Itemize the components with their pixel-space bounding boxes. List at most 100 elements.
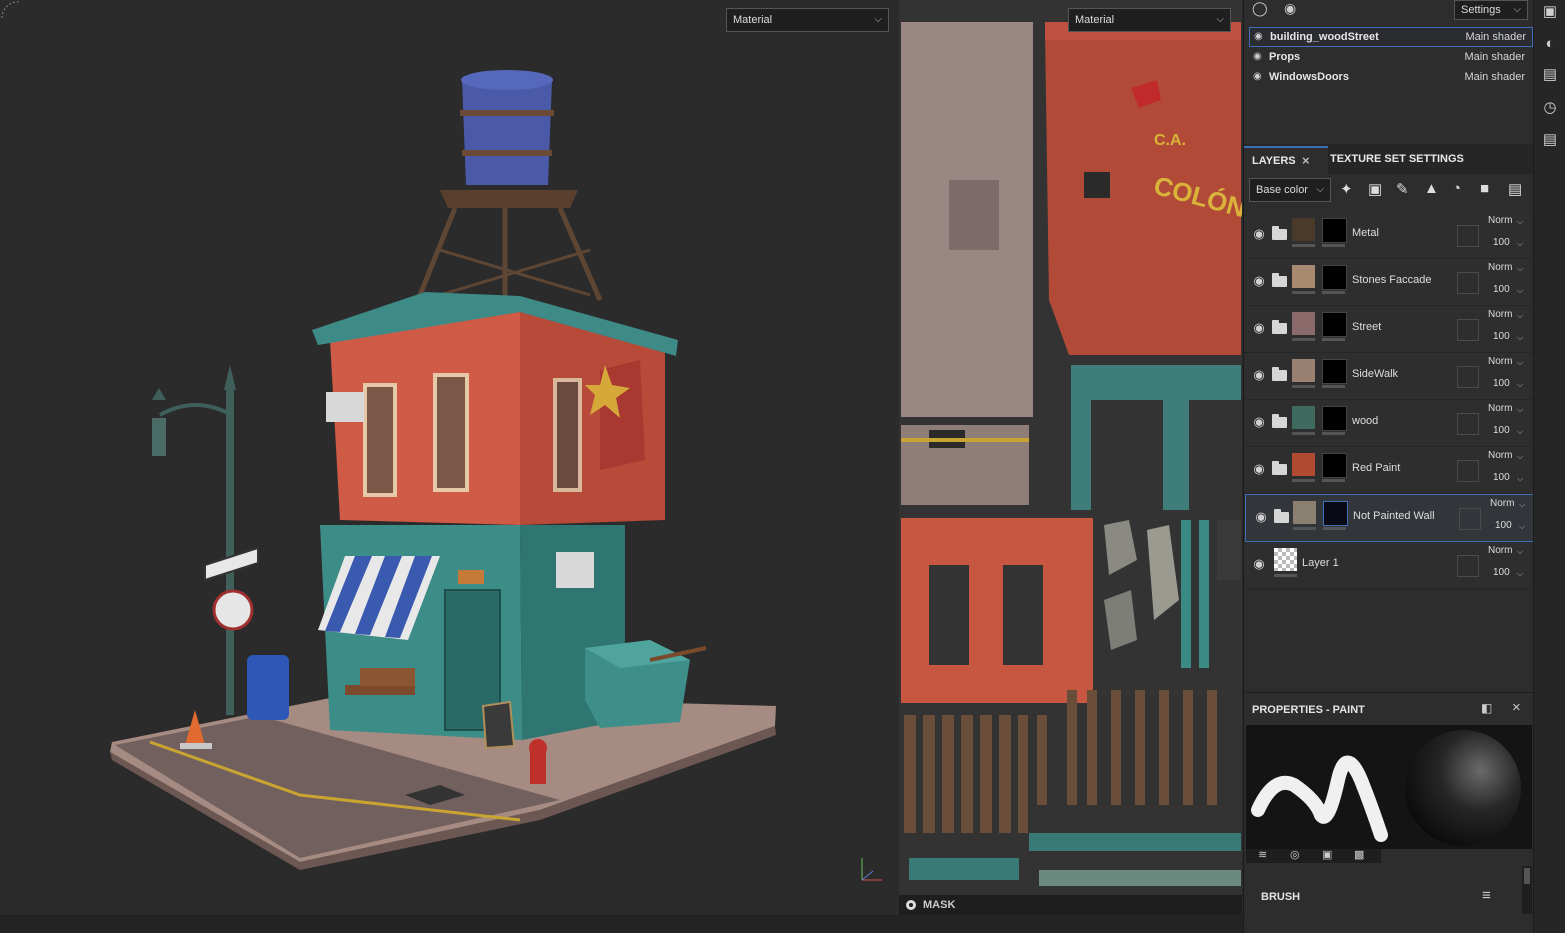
layer-name[interactable]: SideWalk xyxy=(1352,368,1398,380)
layer-name[interactable]: Street xyxy=(1352,321,1381,333)
layer-row[interactable]: ◉ Metal Norm ⌵ 100 ⌵ xyxy=(1244,212,1532,259)
chevron-down-icon[interactable]: ⌵ xyxy=(1517,286,1523,296)
blend-mode[interactable]: Norm xyxy=(1488,356,1512,367)
chevron-down-icon[interactable]: ⌵ xyxy=(1519,522,1525,532)
eye-icon[interactable]: ◉ xyxy=(1253,68,1262,86)
mask-thumbnail[interactable] xyxy=(1322,359,1347,384)
layer-row[interactable]: ◉ wood Norm ⌵ 100 ⌵ xyxy=(1244,400,1532,447)
layer-row-selected[interactable]: ◉ Not Painted Wall Norm ⌵ 100 ⌵ xyxy=(1245,494,1534,542)
scrollbar[interactable] xyxy=(1522,866,1532,914)
layer-opacity[interactable]: 100 xyxy=(1493,425,1510,436)
mask-thumbnail[interactable] xyxy=(1323,501,1348,526)
eye-icon[interactable]: ◉ xyxy=(1251,556,1267,572)
chevron-down-icon[interactable]: ⌵ xyxy=(1517,217,1523,227)
eye-icon[interactable]: ◉ xyxy=(1253,48,1262,66)
layer-name[interactable]: Red Paint xyxy=(1352,462,1400,474)
brush-section-header[interactable]: BRUSH ≡ xyxy=(1244,882,1522,912)
stencil-icon[interactable]: ▣ xyxy=(1322,848,1332,861)
add-fill-layer-icon[interactable]: ▲ xyxy=(1424,180,1439,197)
mask-bar[interactable]: MASK xyxy=(899,895,1242,915)
blend-mode[interactable]: Norm xyxy=(1490,498,1514,509)
scrollbar-thumb[interactable] xyxy=(1524,868,1530,884)
undock-icon[interactable]: ◧ xyxy=(1481,701,1492,715)
chevron-down-icon[interactable]: ⌵ xyxy=(1519,500,1525,510)
tab-texture-set-settings[interactable]: TEXTURE SET SETTINGS xyxy=(1330,146,1470,172)
layer-row[interactable]: ◉ Layer 1 Norm ⌵ 100 ⌵ xyxy=(1244,542,1532,589)
eye-icon[interactable]: ◉ xyxy=(1251,414,1267,430)
add-effect-icon[interactable]: ✦ xyxy=(1340,180,1353,198)
eye-icon[interactable]: ◉ xyxy=(1251,461,1267,477)
mask-thumbnail[interactable] xyxy=(1322,265,1347,290)
chevron-down-icon[interactable]: ⌵ xyxy=(1517,569,1523,579)
layer-opacity[interactable]: 100 xyxy=(1493,378,1510,389)
blend-mode[interactable]: Norm xyxy=(1488,262,1512,273)
visibility-options-icon[interactable]: ◯ xyxy=(1252,0,1270,18)
texture-set-shader[interactable]: Main shader xyxy=(1464,48,1525,66)
chevron-down-icon[interactable]: ⌵ xyxy=(1517,264,1523,274)
chevron-down-icon[interactable]: ⌵ xyxy=(1517,547,1523,557)
layer-name[interactable]: Layer 1 xyxy=(1302,557,1339,569)
layer-opacity[interactable]: 100 xyxy=(1493,567,1510,578)
close-icon[interactable]: × xyxy=(1512,699,1521,716)
eye-icon[interactable]: ◉ xyxy=(1254,28,1263,46)
mask-thumbnail[interactable] xyxy=(1322,218,1347,243)
layer-name[interactable]: Stones Faccade xyxy=(1352,274,1432,286)
layer-row[interactable]: ◉ Red Paint Norm ⌵ 100 ⌵ xyxy=(1244,447,1532,494)
history-icon[interactable]: ◷ xyxy=(1541,99,1559,117)
menu-icon[interactable]: ≡ xyxy=(1482,887,1491,904)
mask-thumbnail[interactable] xyxy=(1322,453,1347,478)
chevron-down-icon[interactable]: ⌵ xyxy=(1517,405,1523,415)
eye-icon[interactable]: ◉ xyxy=(1253,509,1269,525)
blend-mode[interactable]: Norm xyxy=(1488,545,1512,556)
chevron-down-icon[interactable]: ⌵ xyxy=(1517,452,1523,462)
viewport2d-material-select[interactable]: Material ⌵ xyxy=(1068,8,1231,32)
chevron-down-icon[interactable]: ⌵ xyxy=(1517,380,1523,390)
viewport-2d-uv[interactable]: C.A. COLÓN Material ⌵ xyxy=(899,0,1242,915)
layer-name[interactable]: Not Painted Wall xyxy=(1353,510,1435,522)
log-icon[interactable]: ▤ xyxy=(1541,131,1559,149)
channel-select[interactable]: Base color ⌵ xyxy=(1249,178,1331,202)
layer-opacity[interactable]: 100 xyxy=(1493,284,1510,295)
layer-row[interactable]: ◉ SideWalk Norm ⌵ 100 ⌵ xyxy=(1244,353,1532,400)
add-paint-layer-icon[interactable]: ✎ xyxy=(1396,180,1409,198)
blend-mode[interactable]: Norm xyxy=(1488,450,1512,461)
layer-row[interactable]: ◉ Street Norm ⌵ 100 ⌵ xyxy=(1244,306,1532,353)
brush-icon[interactable]: ≋ xyxy=(1258,848,1267,861)
tab-layers[interactable]: LAYERS × xyxy=(1244,146,1328,174)
chevron-down-icon[interactable]: ⌵ xyxy=(1517,474,1523,484)
chevron-down-icon[interactable]: ⌵ xyxy=(1517,311,1523,321)
layer-name[interactable]: wood xyxy=(1352,415,1378,427)
texture-set-row[interactable]: ◉ WindowsDoors Main shader xyxy=(1249,68,1531,86)
viewport-3d[interactable]: Material ⌵ xyxy=(0,0,898,915)
display-settings-icon[interactable]: ▣ xyxy=(1541,3,1559,21)
shelf-icon[interactable]: ▤ xyxy=(1541,66,1559,84)
layer-opacity[interactable]: 100 xyxy=(1495,520,1512,531)
layer-name[interactable]: Metal xyxy=(1352,227,1379,239)
texture-set-shader[interactable]: Main shader xyxy=(1465,28,1526,46)
layer-opacity[interactable]: 100 xyxy=(1493,331,1510,342)
layer-row[interactable]: ◉ Stones Faccade Norm ⌵ 100 ⌵ xyxy=(1244,259,1532,306)
add-folder-icon[interactable]: ■ xyxy=(1480,180,1489,197)
mask-thumbnail[interactable] xyxy=(1322,406,1347,431)
material-icon[interactable]: ▩ xyxy=(1354,848,1364,861)
alpha-icon[interactable]: ◎ xyxy=(1290,848,1300,861)
eye-icon[interactable]: ◉ xyxy=(1284,0,1302,18)
add-mask-icon[interactable]: ▣ xyxy=(1368,180,1382,198)
delete-layer-icon[interactable]: ▤ xyxy=(1508,180,1522,198)
settings-select[interactable]: Settings ⌵ xyxy=(1454,0,1528,20)
chevron-down-icon[interactable]: ⌵ xyxy=(1517,427,1523,437)
blend-mode[interactable]: Norm xyxy=(1488,403,1512,414)
close-icon[interactable]: × xyxy=(1302,148,1310,174)
mask-thumbnail[interactable] xyxy=(1322,312,1347,337)
blend-mode[interactable]: Norm xyxy=(1488,215,1512,226)
layer-opacity[interactable]: 100 xyxy=(1493,472,1510,483)
chevron-down-icon[interactable]: ⌵ xyxy=(1517,239,1523,249)
eye-icon[interactable]: ◉ xyxy=(1251,226,1267,242)
chevron-down-icon[interactable]: ⌵ xyxy=(1517,333,1523,343)
eye-icon[interactable]: ◉ xyxy=(1251,367,1267,383)
texture-set-row[interactable]: ◉ building_woodStreet Main shader xyxy=(1249,27,1533,47)
layer-opacity[interactable]: 100 xyxy=(1493,237,1510,248)
eye-icon[interactable]: ◉ xyxy=(1251,320,1267,336)
environment-icon[interactable]: ◐ xyxy=(1541,35,1559,53)
texture-set-row[interactable]: ◉ Props Main shader xyxy=(1249,48,1531,66)
